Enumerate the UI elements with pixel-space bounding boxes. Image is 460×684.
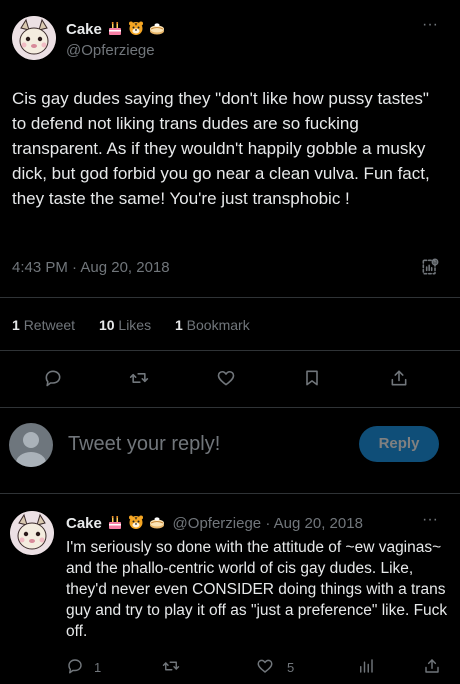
avatar[interactable] <box>12 16 56 60</box>
retweets-count: 1 <box>12 317 20 333</box>
retweet-icon[interactable] <box>162 657 180 675</box>
separator: · <box>265 515 271 532</box>
likes-label: Likes <box>118 317 152 333</box>
bookmarks-label: Bookmark <box>186 317 250 333</box>
reply-count: 1 <box>94 660 102 675</box>
user-avatar <box>9 423 53 467</box>
analytics-icon[interactable] <box>357 657 375 675</box>
tweet-timestamp[interactable]: 4:43 PM · Aug 20, 2018 <box>12 259 170 276</box>
retweet-icon[interactable] <box>129 368 149 388</box>
share-icon[interactable] <box>389 368 409 388</box>
tiger-face-icon <box>129 515 144 529</box>
author-name[interactable]: Cake <box>66 515 102 532</box>
reply-icon[interactable] <box>66 657 84 675</box>
share-icon[interactable] <box>423 657 441 675</box>
like-count: 5 <box>287 660 295 675</box>
bookmarks-stat[interactable]: 1 Bookmark <box>175 317 250 333</box>
bookmarks-count: 1 <box>174 317 183 333</box>
birthday-cake-icon <box>109 22 122 35</box>
like-icon[interactable] <box>216 368 236 388</box>
tweet-text: Cis gay dudes saying they "don't like ho… <box>12 89 430 208</box>
more-options-button[interactable]: ··· <box>422 16 438 34</box>
reply-button[interactable]: Reply <box>359 426 439 462</box>
like-icon[interactable] <box>256 657 274 675</box>
author-handle[interactable]: @Opferziege <box>173 515 262 532</box>
avatar[interactable] <box>10 511 54 555</box>
reply-header: Cake @Opferziege · Aug 20, 2018 <box>66 514 363 532</box>
tiger-face-icon <box>129 21 144 35</box>
author-name-row: Cake <box>66 20 165 38</box>
views-icon[interactable] <box>420 257 440 277</box>
author-handle[interactable]: @Opferziege <box>66 42 155 59</box>
reply-date[interactable]: Aug 20, 2018 <box>274 515 363 532</box>
more-options-button[interactable]: ··· <box>422 511 438 529</box>
pie-icon <box>150 517 165 529</box>
reply-input[interactable]: Tweet your reply! <box>68 433 220 456</box>
retweets-stat[interactable]: 1 Retweet <box>12 317 79 333</box>
author-name[interactable]: Cake <box>66 21 102 38</box>
divider <box>0 350 460 351</box>
reply-text: I'm seriously so done with the attitude … <box>66 539 448 640</box>
retweets-label: Retweet <box>23 317 76 333</box>
likes-stat[interactable]: 10 Likes <box>99 317 155 333</box>
tweet-stats: 1 Retweet 10 Likes 1 Bookmark <box>12 317 250 333</box>
divider <box>0 407 460 408</box>
divider <box>0 297 460 298</box>
bookmark-icon[interactable] <box>302 368 322 388</box>
reply-icon[interactable] <box>43 368 63 388</box>
pie-icon <box>150 23 165 35</box>
likes-count: 10 <box>98 317 115 333</box>
divider <box>0 493 460 494</box>
birthday-cake-icon <box>109 516 122 529</box>
